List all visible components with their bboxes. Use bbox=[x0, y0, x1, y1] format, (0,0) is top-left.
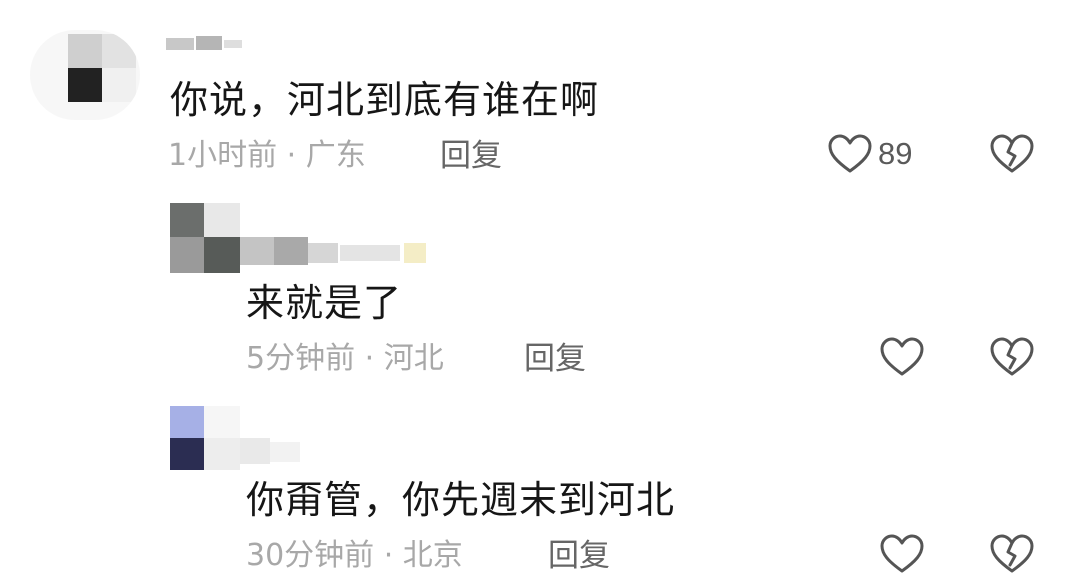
like-button[interactable] bbox=[880, 534, 930, 574]
reply-button[interactable]: 回复 bbox=[548, 538, 610, 574]
username-blurred[interactable] bbox=[166, 32, 246, 52]
dislike-button[interactable] bbox=[990, 337, 1034, 377]
meta-separator: · bbox=[277, 138, 306, 173]
comment-meta: 1小时前 · 广东 bbox=[168, 138, 366, 174]
avatar[interactable] bbox=[170, 406, 240, 470]
username-blurred[interactable] bbox=[240, 233, 440, 267]
heart-outline-icon bbox=[880, 534, 924, 574]
reply-button[interactable]: 回复 bbox=[440, 138, 502, 174]
comment-item: 你说，河北到底有谁在啊 1小时前 · 广东 回复 89 bbox=[0, 0, 1080, 190]
dislike-button[interactable] bbox=[990, 534, 1034, 574]
comment-location: 广东 bbox=[305, 138, 366, 173]
comment-text: 来就是了 bbox=[246, 281, 403, 325]
reply-button[interactable]: 回复 bbox=[524, 341, 586, 377]
comment-location: 北京 bbox=[402, 538, 463, 573]
heart-outline-icon bbox=[880, 337, 924, 377]
avatar[interactable] bbox=[30, 30, 140, 120]
broken-heart-icon bbox=[990, 337, 1034, 377]
like-button[interactable] bbox=[880, 337, 930, 377]
like-count: 89 bbox=[878, 136, 913, 171]
like-button[interactable]: 89 bbox=[828, 134, 912, 174]
heart-outline-icon bbox=[828, 134, 872, 174]
avatar[interactable] bbox=[170, 203, 240, 273]
comment-time: 1小时前 bbox=[168, 138, 278, 173]
username-blurred[interactable] bbox=[240, 436, 320, 466]
comment-time: 30分钟前 bbox=[246, 538, 375, 573]
comment-meta: 5分钟前 · 河北 bbox=[246, 341, 444, 377]
comment-text: 你说，河北到底有谁在啊 bbox=[170, 78, 600, 122]
comment-meta: 30分钟前 · 北京 bbox=[246, 538, 463, 574]
comment-text: 你甭管，你先週末到河北 bbox=[246, 478, 676, 522]
broken-heart-icon bbox=[990, 534, 1034, 574]
broken-heart-icon bbox=[990, 134, 1034, 174]
comment-location: 河北 bbox=[383, 341, 444, 376]
comment-time: 5分钟前 bbox=[246, 341, 356, 376]
meta-separator: · bbox=[355, 341, 384, 376]
reply-comment-item: 来就是了 5分钟前 · 河北 回复 bbox=[0, 195, 1080, 395]
dislike-button[interactable] bbox=[990, 134, 1034, 174]
reply-comment-item: 你甭管，你先週末到河北 30分钟前 · 北京 回复 bbox=[0, 400, 1080, 588]
meta-separator: · bbox=[374, 538, 403, 573]
